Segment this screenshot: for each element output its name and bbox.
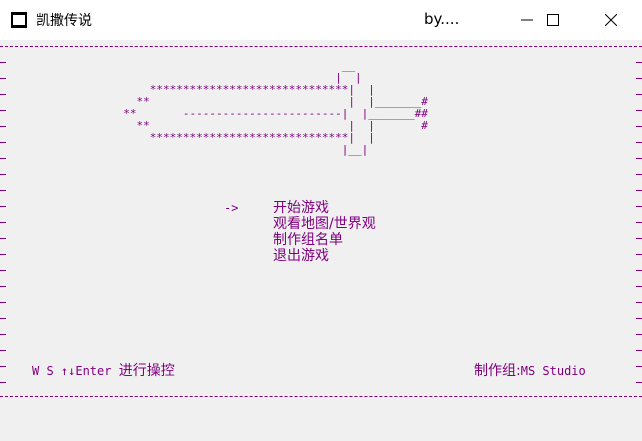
border-tick — [636, 174, 642, 175]
bottom-border — [0, 396, 642, 397]
border-tick — [636, 94, 642, 95]
border-tick — [0, 158, 6, 159]
border-tick — [636, 190, 642, 191]
border-tick — [0, 142, 6, 143]
border-tick — [0, 334, 6, 335]
menu-item-start[interactable]: 开始游戏 — [273, 200, 329, 216]
border-tick — [636, 334, 642, 335]
border-tick — [636, 158, 642, 159]
credit: 制作组:MS Studio — [474, 360, 586, 380]
border-tick — [636, 238, 642, 239]
border-tick — [0, 206, 6, 207]
menu-cursor: -> — [224, 201, 239, 215]
menu-item-map[interactable]: 观看地图/世界观 — [273, 216, 376, 232]
menu-item-exit[interactable]: 退出游戏 — [273, 248, 329, 264]
border-tick — [0, 78, 6, 79]
border-tick — [0, 174, 6, 175]
border-tick — [636, 382, 642, 383]
border-tick — [636, 222, 642, 223]
border-tick — [0, 350, 6, 351]
border-tick — [636, 270, 642, 271]
border-tick — [0, 382, 6, 383]
border-tick — [0, 366, 6, 367]
sword-art: __ | | ******************************| |… — [110, 59, 428, 156]
maximize-button[interactable] — [530, 0, 576, 40]
maximize-icon — [547, 14, 559, 26]
border-tick — [636, 366, 642, 367]
border-tick — [0, 238, 6, 239]
window-subtitle: by.... — [424, 10, 460, 28]
border-tick — [636, 126, 642, 127]
border-tick — [0, 110, 6, 111]
close-icon — [605, 14, 617, 26]
border-tick — [636, 78, 642, 79]
border-tick — [0, 94, 6, 95]
border-tick — [0, 302, 6, 303]
border-tick — [0, 222, 6, 223]
credit-value: MS Studio — [520, 364, 586, 378]
controls-hint: W S ↑↓Enter 进行操控 — [32, 360, 175, 380]
border-tick — [0, 254, 6, 255]
controls-text: 进行操控 — [118, 363, 175, 379]
console-app-icon — [11, 12, 27, 28]
border-tick — [636, 318, 642, 319]
border-tick — [636, 206, 642, 207]
border-tick — [0, 270, 6, 271]
border-tick — [636, 62, 642, 63]
border-tick — [636, 254, 642, 255]
title-bar: 凯撒传说 by.... — [0, 0, 642, 40]
window-title: 凯撒传说 — [36, 13, 92, 29]
border-tick — [636, 142, 642, 143]
border-tick — [0, 286, 6, 287]
border-tick — [636, 302, 642, 303]
menu-item-credits[interactable]: 制作组名单 — [273, 232, 343, 248]
border-tick — [0, 62, 6, 63]
border-tick — [0, 126, 6, 127]
controls-keys: W S ↑↓Enter — [32, 364, 112, 378]
credit-label: 制作组: — [474, 363, 521, 379]
border-tick — [636, 286, 642, 287]
border-tick — [636, 110, 642, 111]
console-area: __ | | ******************************| |… — [0, 40, 642, 441]
close-button[interactable] — [588, 0, 634, 40]
border-tick — [636, 350, 642, 351]
border-tick — [0, 318, 6, 319]
top-border — [0, 46, 642, 47]
border-tick — [0, 190, 6, 191]
